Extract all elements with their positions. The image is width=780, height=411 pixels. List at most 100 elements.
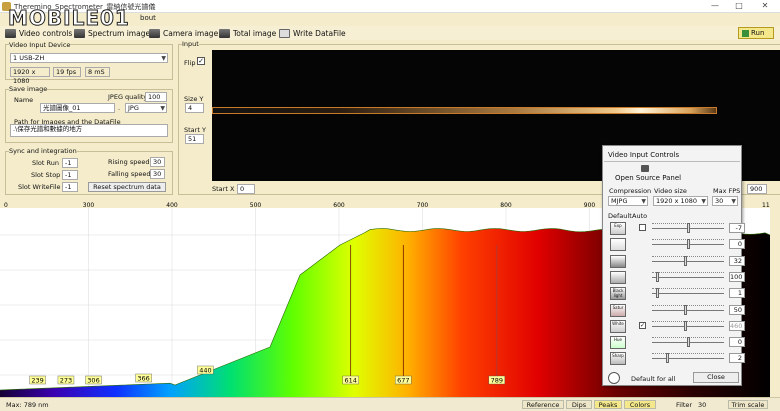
- slider-track[interactable]: [652, 309, 724, 311]
- control-default-icon[interactable]: Sharp: [610, 352, 626, 366]
- write-datafile-button[interactable]: Write DataFile: [279, 27, 346, 39]
- control-value[interactable]: 50: [729, 304, 745, 315]
- slider-track[interactable]: [652, 325, 724, 327]
- auto-checkbox[interactable]: [639, 224, 646, 231]
- flip-label: Flip: [184, 59, 196, 67]
- chevron-down-icon: ▼: [160, 105, 165, 112]
- trim-scale-button[interactable]: Trim scale: [728, 400, 768, 409]
- slot-run-input[interactable]: -1: [62, 158, 78, 168]
- max-fps-select[interactable]: 30 ▼: [712, 196, 738, 206]
- axis-tick-label: 900: [584, 202, 596, 209]
- control-value[interactable]: 2: [729, 353, 745, 364]
- video-size-select[interactable]: 1920 x 1080 ▼: [653, 196, 708, 206]
- start-x-label: Start X: [212, 185, 235, 193]
- total-image-button[interactable]: Total image: [219, 27, 276, 39]
- close-button[interactable]: Close: [693, 372, 739, 383]
- slot-stop-input[interactable]: -1: [62, 170, 78, 180]
- default-label: Default: [608, 212, 632, 220]
- axis-tick-label: 110: [762, 202, 770, 209]
- jpeg-quality-input[interactable]: 100: [145, 92, 167, 102]
- total-image-label: Total image: [233, 28, 277, 38]
- flip-checkbox[interactable]: ✓: [197, 57, 205, 65]
- control-value[interactable]: -7: [729, 223, 745, 233]
- control-default-icon[interactable]: [610, 254, 626, 268]
- filter-label: Filter: [676, 401, 693, 409]
- reference-button[interactable]: Reference: [522, 400, 564, 409]
- falling-speed-input[interactable]: 30: [150, 169, 165, 179]
- peak-label: 366: [137, 375, 149, 383]
- axis-tick-label: 500: [250, 202, 262, 209]
- control-default-icon[interactable]: Satur: [610, 303, 626, 317]
- slot-writefile-input[interactable]: -1: [62, 182, 78, 192]
- write-datafile-label: Write DataFile: [293, 28, 346, 38]
- control-default-icon[interactable]: Hue: [610, 336, 626, 350]
- slider-thumb[interactable]: [683, 320, 687, 331]
- control-row: Black light 1: [608, 287, 745, 301]
- control-value[interactable]: 460: [729, 320, 745, 331]
- filter-value[interactable]: 30: [698, 401, 706, 409]
- open-source-panel-button[interactable]: Open Source Panel: [615, 174, 681, 182]
- maximize-button[interactable]: □: [730, 1, 748, 12]
- rising-speed-input[interactable]: 30: [150, 157, 165, 167]
- size-x-input[interactable]: 900: [747, 184, 767, 194]
- image-name-input[interactable]: 光譜圖像_01: [40, 103, 115, 113]
- spectrum-beam-selection[interactable]: [212, 107, 717, 114]
- slider-thumb[interactable]: [687, 239, 690, 250]
- jpeg-quality-label: JPEG quality: [108, 93, 148, 101]
- peaks-button[interactable]: Peaks: [594, 400, 622, 409]
- slider-thumb[interactable]: [683, 255, 687, 266]
- colors-button[interactable]: Colors: [624, 400, 656, 409]
- close-window-button[interactable]: ✕: [756, 1, 774, 12]
- video-controls-button[interactable]: Video controls: [5, 27, 72, 39]
- default-for-all-label[interactable]: Default for all: [631, 375, 675, 383]
- max-fps-value: 30: [715, 197, 724, 205]
- run-button[interactable]: Run: [738, 27, 774, 39]
- control-default-icon[interactable]: Exp: [610, 222, 626, 235]
- slider-track[interactable]: [652, 276, 724, 278]
- slider-track[interactable]: [652, 358, 724, 360]
- chevron-down-icon: ▼: [701, 198, 706, 205]
- slider-ticks: [652, 304, 724, 306]
- auto-checkbox[interactable]: ✓: [639, 321, 646, 329]
- device-select[interactable]: 1 USB-ZH ▼: [10, 53, 168, 63]
- size-y-input[interactable]: 4: [185, 103, 204, 113]
- compression-select[interactable]: MJPG ▼: [608, 196, 648, 206]
- control-value[interactable]: 32: [729, 255, 745, 266]
- format-select[interactable]: JPG ▼: [125, 103, 167, 113]
- control-default-icon[interactable]: White: [610, 319, 626, 333]
- reset-spectrum-button[interactable]: Reset spectrum data: [88, 182, 166, 192]
- control-value[interactable]: 100: [729, 271, 745, 282]
- control-value[interactable]: 0: [729, 239, 745, 250]
- slider-track[interactable]: [652, 260, 724, 262]
- default-all-icon[interactable]: [608, 372, 620, 384]
- slider-thumb[interactable]: [666, 353, 669, 364]
- minimize-button[interactable]: —: [706, 1, 724, 12]
- start-y-input[interactable]: 51: [185, 134, 204, 144]
- dips-button[interactable]: Dips: [566, 400, 592, 409]
- spectrum-image-button[interactable]: Spectrum image: [74, 27, 150, 39]
- control-default-icon[interactable]: Black light: [610, 287, 626, 301]
- control-value[interactable]: 1: [729, 288, 745, 299]
- slider-thumb[interactable]: [687, 223, 690, 233]
- slider-thumb[interactable]: [683, 304, 687, 315]
- slider-thumb[interactable]: [687, 337, 690, 348]
- control-default-icon[interactable]: [610, 270, 626, 284]
- control-default-icon[interactable]: [610, 238, 626, 252]
- slider-thumb[interactable]: [655, 271, 659, 282]
- menu-about[interactable]: bout: [140, 14, 156, 22]
- camera-icon: [149, 28, 160, 38]
- video-input-controls-dialog: Video Input Controls Open Source Panel C…: [602, 145, 745, 386]
- dialog-title: Video Input Controls: [608, 151, 680, 159]
- slider-track[interactable]: [652, 293, 724, 295]
- path-input[interactable]: .\保存光譜和數據的地方: [10, 124, 168, 137]
- sync-title: Sync and integration: [9, 147, 77, 155]
- axis-tick-label: 400: [166, 202, 178, 209]
- run-icon: [742, 29, 749, 37]
- control-row: Sharp 2: [608, 352, 745, 366]
- menu-bar: bout: [0, 13, 780, 27]
- start-x-input[interactable]: 0: [237, 184, 255, 194]
- control-value[interactable]: 0: [729, 337, 745, 348]
- run-label: Run: [751, 29, 765, 37]
- slider-thumb[interactable]: [655, 288, 659, 299]
- camera-image-button[interactable]: Camera image: [149, 27, 218, 39]
